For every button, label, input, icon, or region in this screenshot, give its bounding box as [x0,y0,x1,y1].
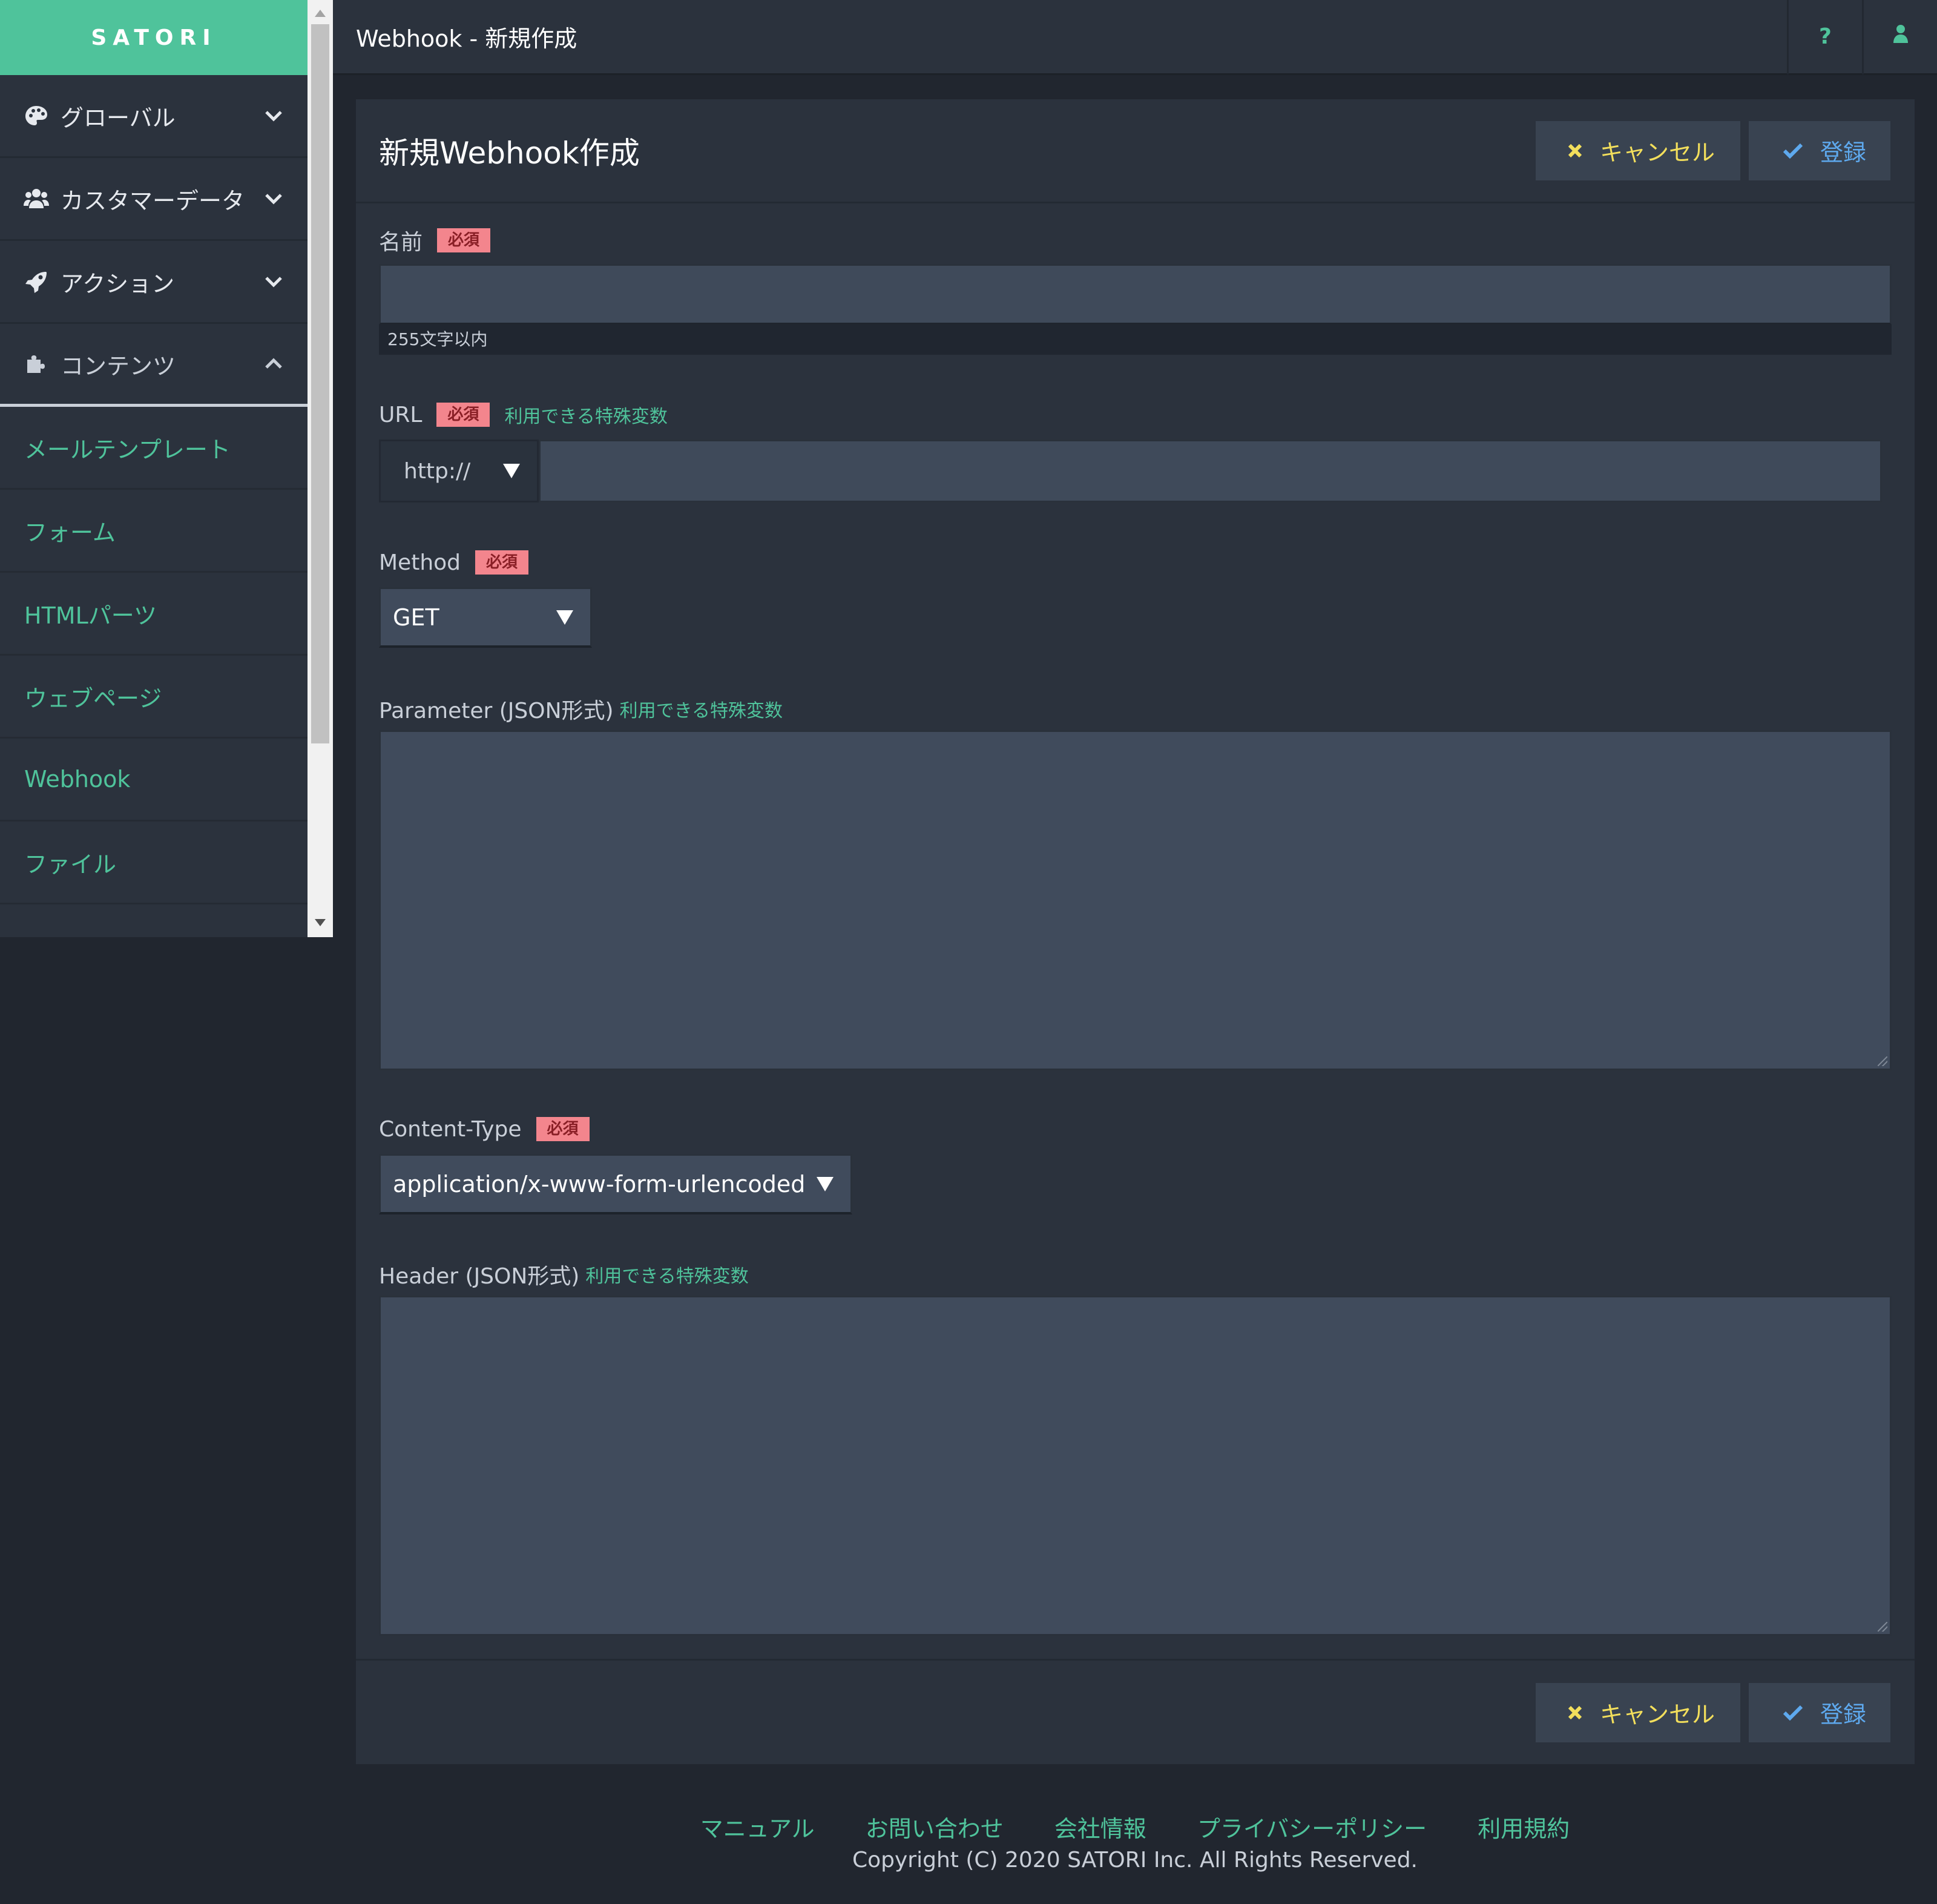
user-icon [1893,24,1909,49]
submit-button[interactable]: 登録 [1749,120,1890,180]
url-scheme-value: http:// [404,458,471,484]
caret-down-icon [817,1176,834,1191]
required-badge: 必須 [436,403,490,427]
cancel-button[interactable]: キャンセル [1536,120,1740,180]
required-badge: 必須 [475,550,529,575]
page-title: Webhook - 新規作成 [356,25,577,52]
name-input[interactable] [379,264,1892,324]
x-icon [1567,1705,1583,1721]
footer-link-company[interactable]: 会社情報 [1054,1816,1146,1842]
check-icon [1783,143,1803,159]
resize-grip-icon[interactable] [1878,1622,1887,1632]
cancel-button-bottom[interactable]: キャンセル [1536,1682,1740,1742]
name-field: 名前 必須 255文字以内 [379,225,1892,355]
sidebar-item-html-parts[interactable]: HTMLパーツ [0,573,307,656]
content-type-value: application/x-www-form-urlencoded [393,1170,806,1197]
top-bar: Webhook - 新規作成 ? [333,0,1937,75]
panel-footer: キャンセル 登録 [356,1659,1915,1764]
sidebar-item-file[interactable]: ファイル [0,822,307,904]
required-badge: 必須 [536,1117,590,1141]
parameter-field: Parameter (JSON形式) 利用できる特殊変数 [379,694,1892,1070]
caret-down-icon [556,610,573,625]
name-hint: 255文字以内 [379,324,1892,355]
brand-logo[interactable]: SATORI [0,0,307,75]
scroll-up-arrow-icon[interactable] [315,10,326,17]
url-scheme-select[interactable]: http:// [379,440,539,502]
sidebar-group-label: グローバル [61,104,176,131]
header-textarea[interactable] [379,1296,1892,1636]
puzzle-icon [23,352,50,375]
url-input[interactable] [539,440,1882,502]
users-icon [23,188,50,209]
sidebar-item-webhook[interactable]: Webhook [0,739,307,822]
sidebar-group-label: コンテンツ [61,352,176,380]
sidebar-group-contents[interactable]: コンテンツ [0,324,307,407]
footer-links: マニュアル お問い合わせ 会社情報 プライバシーポリシー 利用規約 [0,1810,1937,1843]
x-icon [1567,143,1583,159]
user-menu-button[interactable] [1862,0,1937,74]
scroll-down-arrow-icon[interactable] [315,919,326,926]
content-type-label: Content-Type [379,1116,522,1142]
submit-button-label: 登録 [1820,1702,1867,1728]
name-label: 名前 [379,230,423,255]
parameter-textarea[interactable] [379,730,1892,1070]
required-badge: 必須 [437,228,491,252]
scrollbar-thumb[interactable] [311,24,329,743]
submit-button-label: 登録 [1820,140,1867,166]
method-select[interactable]: GET [379,587,592,648]
special-vars-link[interactable]: 利用できる特殊変数 [620,696,783,722]
content-type-field: Content-Type 必須 application/x-www-form-u… [379,1114,852,1214]
help-button[interactable]: ? [1787,0,1862,74]
sidebar-group-label: アクション [61,270,175,297]
method-field: Method 必須 GET [379,547,592,648]
cancel-button-label: キャンセル [1600,1702,1715,1728]
special-vars-link[interactable]: 利用できる特殊変数 [585,1261,748,1288]
sidebar-item-mail-template[interactable]: メールテンプレート [0,407,307,490]
sidebar-item-form[interactable]: フォーム [0,490,307,573]
cancel-button-label: キャンセル [1600,140,1715,166]
webhook-form-panel: 新規Webhook作成 キャンセル 登録 名前 必須 255文字以内 URL 必… [356,99,1915,1764]
footer-link-privacy[interactable]: プライバシーポリシー [1197,1816,1427,1842]
resize-grip-icon[interactable] [1878,1056,1887,1066]
chevron-up-icon [261,358,286,370]
footer-link-terms[interactable]: 利用規約 [1478,1816,1570,1842]
url-field: URL 必須 利用できる特殊変数 http:// [379,400,1882,502]
check-icon [1783,1705,1803,1721]
content-type-select[interactable]: application/x-www-form-urlencoded [379,1154,852,1214]
url-label: URL [379,402,423,427]
help-icon: ? [1819,24,1832,49]
sidebar-group-action[interactable]: アクション [0,241,307,324]
panel-header: 新規Webhook作成 キャンセル 登録 [356,99,1915,203]
palette-icon [23,105,50,127]
caret-down-icon [503,464,520,478]
sidebar: SATORI グローバル カスタマーデータ アクション コンテンツ メールテンプ… [0,0,307,937]
sidebar-group-customer-data[interactable]: カスタマーデータ [0,158,307,241]
method-label: Method [379,550,461,575]
submit-button-bottom[interactable]: 登録 [1749,1682,1890,1742]
chevron-down-icon [261,275,286,288]
footer-link-manual[interactable]: マニュアル [700,1816,815,1842]
sidebar-item-webpage[interactable]: ウェブページ [0,656,307,739]
sidebar-group-global[interactable]: グローバル [0,75,307,158]
sidebar-scrollbar[interactable] [307,0,333,937]
sidebar-group-label: カスタマーデータ [61,187,245,214]
special-vars-link[interactable]: 利用できる特殊変数 [504,401,667,428]
header-field: Header (JSON形式) 利用できる特殊変数 [379,1259,1892,1636]
rocket-icon [23,269,50,294]
footer-link-contact[interactable]: お問い合わせ [866,1816,1004,1842]
panel-title: 新規Webhook作成 [379,135,640,171]
chevron-down-icon [261,193,286,205]
chevron-down-icon [261,110,286,122]
header-label: Header (JSON形式) [379,1264,580,1289]
copyright: Copyright (C) 2020 SATORI Inc. All Right… [852,1848,1418,1873]
method-value: GET [393,604,439,631]
parameter-label: Parameter (JSON形式) [379,699,614,723]
